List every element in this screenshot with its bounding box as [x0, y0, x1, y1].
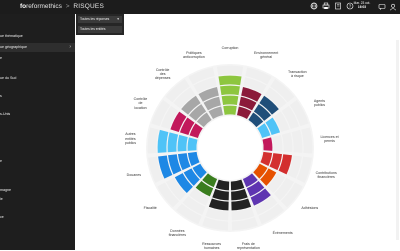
scrollbar[interactable]: [396, 40, 399, 240]
sidebar-item[interactable]: s: [0, 92, 75, 101]
sidebar-item[interactable]: [0, 204, 75, 213]
sidebar-item[interactable]: ue du Sud: [0, 74, 75, 83]
breadcrumb-separator: >: [65, 3, 70, 10]
brand-logo-name: reformethics: [26, 3, 62, 10]
chart-category-label[interactable]: Transaction à risque: [279, 70, 315, 78]
chart-category-label[interactable]: Contrôle des dépenses: [145, 68, 181, 81]
chart-category-label[interactable]: Douanes: [116, 173, 152, 177]
sidebar-item[interactable]: [0, 65, 75, 74]
filter-panel: Toutes les réponses ▾ Toutes les entités: [76, 14, 124, 35]
sidebar-item-label: e: [0, 159, 2, 163]
sidebar-item-label: s-Unis: [0, 112, 11, 116]
chart-category-label[interactable]: Adhésions: [292, 206, 328, 210]
app-breadcrumb[interactable]: foreformethics > RISQUES: [20, 2, 104, 11]
chart-category-label[interactable]: Données financières: [159, 229, 195, 237]
chart-segment-filled[interactable]: [177, 134, 188, 152]
time-label: 16:03: [357, 5, 367, 9]
chart-segment-filled[interactable]: [262, 137, 273, 151]
chart-segment-filled[interactable]: [223, 105, 237, 115]
globe-icon[interactable]: [310, 2, 318, 10]
sidebar-item[interactable]: [0, 128, 75, 137]
chart-category-label[interactable]: Environnement général: [248, 51, 284, 59]
entities-filter-dropdown[interactable]: Toutes les entités: [78, 26, 122, 33]
chart-category-label[interactable]: Évènements: [265, 231, 301, 235]
chart-category-label[interactable]: Frais de représentation: [230, 242, 266, 250]
sidebar-item[interactable]: ue thématique: [0, 32, 75, 41]
user-icon[interactable]: [389, 3, 397, 11]
sidebar-item-label: ce: [0, 215, 4, 219]
sidebar-item-label: e: [0, 56, 2, 60]
chart-category-label[interactable]: Agents publics: [302, 99, 338, 107]
date-display: Mar. 23 oct. 16:03: [352, 1, 372, 9]
sidebar: ue thématique ue géographique › e ue du Sud s…: [0, 14, 75, 250]
sidebar-item[interactable]: [0, 175, 75, 184]
sidebar-item-label: magne: [0, 188, 11, 192]
chart-category-label[interactable]: Politiques anticorruption: [176, 51, 212, 59]
sidebar-item[interactable]: ie: [0, 195, 75, 204]
sidebar-item[interactable]: [0, 166, 75, 175]
chart-category-label[interactable]: Corruption: [212, 46, 248, 50]
responses-filter-label: Toutes les réponses: [80, 17, 110, 21]
chart-category-label[interactable]: Ressources humaines: [194, 242, 230, 250]
chart-category-label[interactable]: Contributions financières: [308, 171, 344, 179]
chart-category-label[interactable]: Fiscalité: [132, 206, 168, 210]
chart-category-label[interactable]: Licences et permis: [312, 135, 348, 143]
sidebar-item-label: ue du Sud: [0, 76, 17, 80]
sidebar-item[interactable]: [0, 137, 75, 146]
chart-segment-filled[interactable]: [221, 95, 239, 105]
book-icon[interactable]: [334, 2, 342, 10]
chart-segment-filled[interactable]: [218, 75, 242, 86]
sidebar-item[interactable]: s-Unis: [0, 110, 75, 119]
chart-segment-empty[interactable]: [216, 65, 244, 76]
top-bar: foreformethics > RISQUES ? Mar. 23 oct. …: [0, 0, 400, 14]
sidebar-item[interactable]: [0, 101, 75, 110]
sidebar-item[interactable]: e: [0, 157, 75, 166]
sidebar-item-label: ue géographique: [0, 45, 27, 49]
chart-category-label[interactable]: Autres entités publics: [112, 132, 148, 145]
chart-segment-empty[interactable]: [272, 134, 283, 152]
sidebar-item-label: ie: [0, 197, 3, 201]
sidebar-item-label: ue thématique: [0, 34, 23, 38]
sidebar-item-label: s: [0, 94, 2, 98]
chart-category-label[interactable]: Contrôle de location: [122, 97, 158, 110]
chart-center: [198, 116, 262, 180]
print-icon[interactable]: [322, 2, 330, 10]
breadcrumb-section[interactable]: RISQUES: [73, 3, 104, 10]
sidebar-item[interactable]: magne: [0, 186, 75, 195]
chat-icon[interactable]: [378, 3, 386, 11]
sidebar-item[interactable]: [0, 83, 75, 92]
sidebar-item[interactable]: e: [0, 54, 75, 63]
responses-filter-dropdown[interactable]: Toutes les réponses ▾: [78, 16, 122, 23]
sidebar-item[interactable]: [0, 119, 75, 128]
chart-segment-filled[interactable]: [220, 85, 240, 96]
chevron-right-icon: ›: [69, 44, 71, 50]
sidebar-item[interactable]: ue géographique ›: [0, 43, 75, 52]
sidebar-item[interactable]: [0, 148, 75, 157]
chevron-down-icon: ▾: [117, 17, 119, 21]
entities-filter-label: Toutes les entités: [80, 27, 106, 31]
sidebar-item[interactable]: ce: [0, 213, 75, 222]
chart-segment-filled[interactable]: [187, 137, 198, 151]
